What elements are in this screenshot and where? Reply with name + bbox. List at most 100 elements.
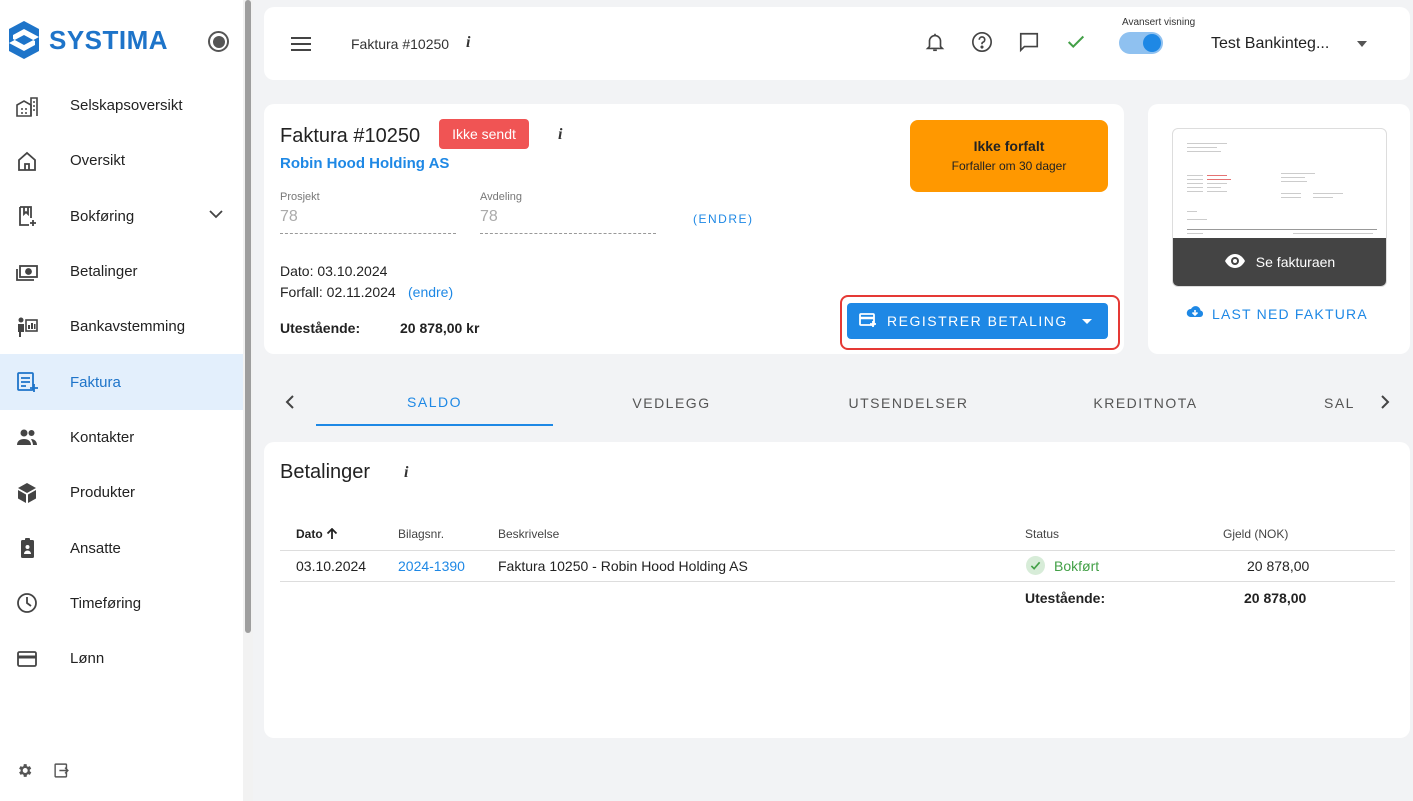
card-add-icon <box>859 312 877 331</box>
logout-icon[interactable] <box>53 762 70 784</box>
footer-outstanding-label: Utestående: <box>1025 590 1106 606</box>
footer-outstanding-value: 20 878,00 <box>1244 590 1307 606</box>
sidebar-item-timeforing[interactable]: Timeføring <box>0 576 243 631</box>
info-icon[interactable]: i <box>466 34 470 52</box>
row-debt: 20 878,00 <box>1247 558 1310 574</box>
sidebar-fade <box>0 700 243 740</box>
page-title: Faktura #10250 <box>351 36 450 52</box>
row-description: Faktura 10250 - Robin Hood Holding AS <box>498 558 748 574</box>
register-payment-button[interactable]: REGISTRER BETALING <box>847 303 1108 339</box>
sidebar-item-produkter[interactable]: Produkter <box>0 465 243 520</box>
due-status-subtitle: Forfaller om 30 dager <box>951 159 1067 173</box>
caret-down-icon[interactable] <box>1082 319 1092 324</box>
column-header-debt[interactable]: Gjeld (NOK) <box>1223 527 1288 541</box>
sidebar-item-label: Betalinger <box>70 263 138 281</box>
customer-link[interactable]: Robin Hood Holding AS <box>280 155 449 172</box>
chevron-right-icon[interactable] <box>1375 392 1395 412</box>
row-voucher-link[interactable]: 2024-1390 <box>398 558 465 574</box>
clock-icon <box>16 592 38 614</box>
divider <box>280 550 1395 551</box>
sidebar-item-label: Timeføring <box>70 594 142 612</box>
card-icon <box>16 648 38 670</box>
status-badge: Ikke sendt <box>439 119 529 149</box>
invoice-card: Faktura #10250 Ikke sendt i Robin Hood H… <box>264 104 1124 354</box>
help-icon[interactable] <box>971 31 993 53</box>
sidebar-toggle-icon[interactable] <box>208 31 229 52</box>
sidebar-item-bokforing[interactable]: Bokføring <box>0 189 243 244</box>
download-invoice-button[interactable]: LAST NED FAKTURA <box>1186 305 1368 322</box>
sidebar-item-label: Faktura <box>70 373 121 391</box>
project-field[interactable]: 78 <box>280 208 456 234</box>
hamburger-menu-icon[interactable] <box>291 37 311 56</box>
sidebar-item-oversikt[interactable]: Oversikt <box>0 133 243 188</box>
sidebar: SYSTIMA Selskapsoversikt Oversikt Bokfør… <box>0 0 253 801</box>
info-icon[interactable]: i <box>404 464 408 482</box>
sidebar-nav: Selskapsoversikt Oversikt Bokføring Beta… <box>0 78 243 686</box>
check-icon[interactable] <box>1065 31 1087 53</box>
sidebar-item-lonn[interactable]: Lønn <box>0 631 243 686</box>
sidebar-item-betalinger[interactable]: Betalinger <box>0 244 243 299</box>
chevron-left-icon[interactable] <box>280 392 300 412</box>
change-project-button[interactable]: (ENDRE) <box>693 212 754 226</box>
download-invoice-label: LAST NED FAKTURA <box>1212 305 1368 322</box>
payments-title: Betalinger <box>280 461 371 483</box>
sidebar-item-bankavstemming[interactable]: Bankavstemming <box>0 299 243 354</box>
sidebar-item-ansatte[interactable]: Ansatte <box>0 520 243 575</box>
column-header-description[interactable]: Beskrivelse <box>498 527 559 541</box>
row-status-label: Bokført <box>1054 557 1100 574</box>
sidebar-item-label: Produkter <box>70 484 136 502</box>
top-bar: Faktura #10250 i Avansert visning Test B… <box>264 7 1410 80</box>
settings-gear-icon[interactable] <box>16 762 33 784</box>
chat-icon[interactable] <box>1018 31 1040 53</box>
project-label: Prosjekt <box>280 191 320 203</box>
sidebar-item-label: Lønn <box>70 650 105 668</box>
change-due-date-link[interactable]: (endre) <box>408 284 453 300</box>
invoice-add-icon <box>16 371 38 393</box>
brand-name: SYSTIMA <box>49 24 169 55</box>
column-header-status[interactable]: Status <box>1025 527 1059 541</box>
sidebar-item-label: Bokføring <box>70 207 135 225</box>
money-icon <box>16 261 38 283</box>
bell-icon[interactable] <box>924 31 946 53</box>
tab-utsendelser[interactable]: UTSENDELSER <box>790 380 1027 426</box>
payments-card: Betalinger i Dato Bilagsnr. Beskrivelse … <box>264 442 1410 738</box>
sidebar-item-kontakter[interactable]: Kontakter <box>0 410 243 465</box>
outstanding-value: 20 878,00 kr <box>400 320 480 336</box>
sidebar-item-label: Selskapsoversikt <box>70 97 183 115</box>
invoice-thumbnail[interactable]: Se fakturaen <box>1172 128 1387 287</box>
due-status-box: Ikke forfalt Forfaller om 30 dager <box>910 120 1108 192</box>
advanced-view-label: Avansert visning <box>1122 17 1196 28</box>
caret-down-icon[interactable] <box>1357 41 1367 47</box>
cloud-download-icon <box>1186 305 1204 322</box>
sidebar-item-label: Oversikt <box>70 152 126 170</box>
chevron-down-icon[interactable] <box>208 206 224 227</box>
divider <box>280 581 1395 582</box>
logo[interactable]: SYSTIMA <box>8 20 168 60</box>
view-invoice-label: Se fakturaen <box>1255 254 1336 270</box>
bank-reconcile-icon <box>16 316 38 338</box>
company-selector[interactable]: Test Bankinteg... <box>1211 35 1329 53</box>
tab-saldo[interactable]: SALDO <box>316 380 553 426</box>
tab-vedlegg[interactable]: VEDLEGG <box>553 380 790 426</box>
row-date: 03.10.2024 <box>296 558 367 574</box>
sidebar-scrollbar-thumb[interactable] <box>245 0 251 633</box>
eye-icon <box>1224 253 1246 272</box>
outstanding-label: Utestående: <box>280 320 361 336</box>
bookmark-add-icon <box>16 205 38 227</box>
department-field[interactable]: 78 <box>480 208 656 234</box>
tab-kreditnota[interactable]: KREDITNOTA <box>1027 380 1264 426</box>
view-invoice-button[interactable]: Se fakturaen <box>1173 238 1386 286</box>
invoice-due-date: Forfall: 02.11.2024 <box>280 284 396 300</box>
sidebar-item-faktura[interactable]: Faktura <box>0 354 243 410</box>
sidebar-item-selskapsoversikt[interactable]: Selskapsoversikt <box>0 78 243 133</box>
sidebar-bottom-actions <box>16 762 70 784</box>
box-icon <box>16 482 38 504</box>
buildings-icon <box>16 95 38 117</box>
column-header-date[interactable]: Dato <box>296 527 338 541</box>
due-status-title: Ikke forfalt <box>973 138 1045 154</box>
column-header-voucher[interactable]: Bilagsnr. <box>398 527 444 541</box>
tab-sal[interactable]: SAL <box>1324 380 1364 426</box>
advanced-view-toggle[interactable] <box>1119 32 1163 54</box>
row-status: Bokført <box>1026 556 1099 575</box>
info-icon[interactable]: i <box>558 126 562 144</box>
